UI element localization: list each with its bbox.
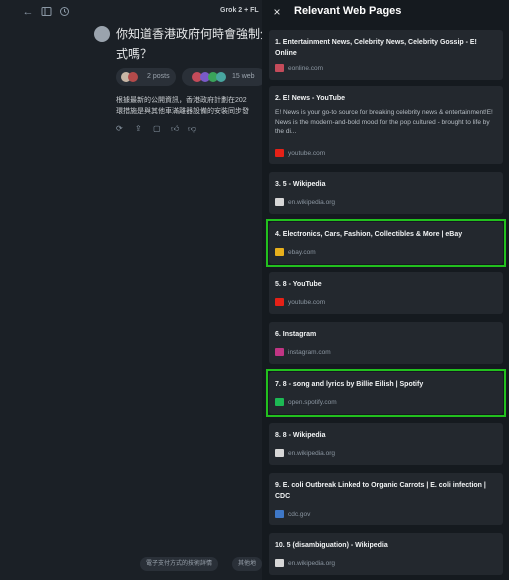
share-icon[interactable]: ⇪ bbox=[135, 124, 142, 133]
web-result-card[interactable]: 9. E. coli Outbreak Linked to Organic Ca… bbox=[269, 473, 503, 525]
result-domain: en.wikipedia.org bbox=[288, 199, 335, 206]
close-icon[interactable]: × bbox=[270, 5, 284, 19]
answer-line: 根據最新的公開資訊，香港政府計劃在202 bbox=[116, 97, 247, 104]
eonline-favicon-icon bbox=[275, 64, 284, 72]
posts-count: 2 posts bbox=[147, 73, 170, 80]
result-title: 5. 8 - YouTube bbox=[275, 281, 322, 288]
question-line: 式嗎？ bbox=[116, 47, 153, 61]
wikipedia-favicon-icon bbox=[275, 559, 284, 567]
web-favicon-icon bbox=[216, 72, 226, 82]
web-result-card[interactable]: 10. 5 (disambiguation) - Wikipedia en.wi… bbox=[269, 533, 503, 575]
result-title: 8. 8 - Wikipedia bbox=[275, 432, 326, 439]
wikipedia-favicon-icon bbox=[275, 198, 284, 206]
result-title: 6. Instagram bbox=[275, 331, 317, 338]
web-result-card[interactable]: 8. 8 - Wikipedia en.wikipedia.org bbox=[269, 423, 503, 465]
back-arrow-icon[interactable]: ← bbox=[22, 6, 34, 18]
sidebar-toggle-icon[interactable] bbox=[40, 6, 52, 18]
web-result-card[interactable]: 5. 8 - YouTube youtube.com bbox=[269, 272, 503, 314]
result-domain: youtube.com bbox=[288, 299, 326, 306]
suggestion-chip[interactable]: 其他地 bbox=[232, 557, 262, 571]
result-domain: open.spotify.com bbox=[288, 399, 337, 406]
thumbs-down-icon[interactable]: 👎︎ bbox=[188, 124, 196, 134]
chat-topbar: ← Grok 2 + FL bbox=[0, 0, 262, 24]
youtube-favicon-icon bbox=[275, 298, 284, 306]
spotify-favicon-icon bbox=[275, 398, 284, 406]
copy-icon[interactable]: ▢ bbox=[153, 124, 161, 133]
model-selector[interactable]: Grok 2 + FL bbox=[220, 7, 259, 14]
panel-title: Relevant Web Pages bbox=[294, 5, 402, 17]
post-avatar-icon bbox=[128, 72, 138, 82]
web-result-card[interactable]: 6. Instagram instagram.com bbox=[269, 322, 503, 364]
panel-header: × Relevant Web Pages bbox=[262, 0, 509, 26]
history-icon[interactable] bbox=[58, 6, 70, 18]
thumbs-up-icon[interactable]: 👍︎ bbox=[171, 124, 179, 134]
web-source-pill[interactable]: 15 web bbox=[182, 68, 262, 86]
wikipedia-favicon-icon bbox=[275, 449, 284, 457]
web-result-card[interactable]: 4. Electronics, Cars, Fashion, Collectib… bbox=[269, 222, 503, 264]
suggestion-chip[interactable]: 電子支付方式的技術詳情 bbox=[140, 557, 219, 571]
result-title: 2. E! News - YouTube bbox=[275, 95, 346, 102]
ebay-favicon-icon bbox=[275, 248, 284, 256]
web-result-card[interactable]: 1. Entertainment News, Celebrity News, C… bbox=[269, 30, 503, 80]
user-avatar bbox=[94, 26, 110, 42]
result-domain: eonline.com bbox=[288, 65, 324, 72]
result-title: 3. 5 - Wikipedia bbox=[275, 181, 326, 188]
result-domain: cdc.gov bbox=[288, 511, 311, 518]
user-question: 你知道香港政府何時會強制分 式嗎？ bbox=[116, 24, 262, 64]
cdc-favicon-icon bbox=[275, 510, 284, 518]
result-domain: instagram.com bbox=[288, 349, 331, 356]
result-title: 1. Entertainment News, Celebrity News, C… bbox=[275, 39, 477, 57]
instagram-favicon-icon bbox=[275, 348, 284, 356]
result-domain: youtube.com bbox=[288, 150, 326, 157]
web-count: 15 web bbox=[232, 73, 255, 80]
result-title: 10. 5 (disambiguation) - Wikipedia bbox=[275, 542, 388, 549]
result-title: 9. E. coli Outbreak Linked to Organic Ca… bbox=[275, 482, 486, 500]
regenerate-icon[interactable]: ⟳ bbox=[116, 124, 123, 133]
result-title: 4. Electronics, Cars, Fashion, Collectib… bbox=[275, 231, 463, 238]
result-domain: ebay.com bbox=[288, 249, 316, 256]
result-description: E! News is your go-to source for breakin… bbox=[275, 109, 493, 135]
relevant-web-pages-panel: × Relevant Web Pages 1. Entertainment Ne… bbox=[262, 0, 509, 580]
assistant-answer: 根據最新的公開資訊，香港政府計劃在202 環措施是與其他車滿離器設備的安裝同步發 bbox=[116, 95, 262, 117]
result-domain: en.wikipedia.org bbox=[288, 560, 335, 567]
result-title: 7. 8 - song and lyrics by Billie Eilish … bbox=[275, 381, 424, 388]
youtube-favicon-icon bbox=[275, 149, 284, 157]
web-result-card[interactable]: 2. E! News - YouTube E! News is your go-… bbox=[269, 86, 503, 164]
result-domain: en.wikipedia.org bbox=[288, 450, 335, 457]
web-result-card[interactable]: 3. 5 - Wikipedia en.wikipedia.org bbox=[269, 172, 503, 214]
answer-line: 環措施是與其他車滿離器設備的安裝同步發 bbox=[116, 108, 249, 115]
posts-source-pill[interactable]: 2 posts bbox=[116, 68, 176, 86]
chat-background: ← Grok 2 + FL 你知道香港政府何時會強制分 式嗎？ 2 posts … bbox=[0, 0, 262, 580]
web-result-card[interactable]: 7. 8 - song and lyrics by Billie Eilish … bbox=[269, 372, 503, 414]
question-line: 你知道香港政府何時會強制分 bbox=[116, 27, 262, 41]
